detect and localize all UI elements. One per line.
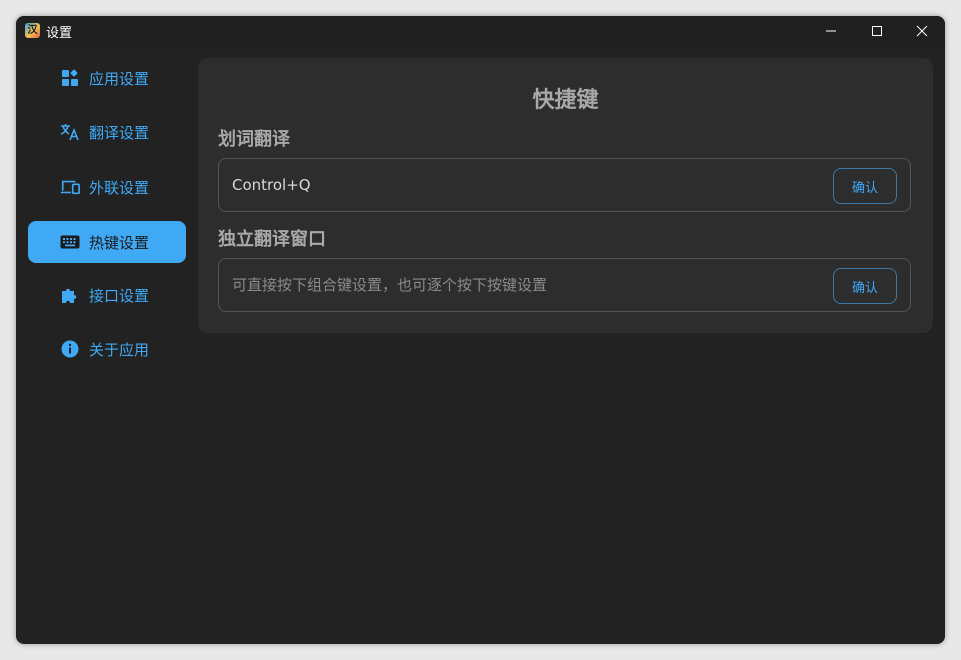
title-bar[interactable]: 汉 设置 — [16, 16, 945, 46]
sidebar-item-label: 接口设置 — [89, 286, 150, 305]
selection-translate-field: 确认 — [218, 158, 911, 212]
minimize-button[interactable] — [808, 16, 854, 46]
sidebar-item-label: 热键设置 — [89, 233, 150, 252]
info-icon — [60, 339, 80, 359]
standalone-window-field: 确认 — [218, 258, 911, 312]
app-logo-icon: 汉 — [25, 23, 40, 38]
sidebar-item-about[interactable]: 关于应用 — [28, 328, 186, 370]
keyboard-icon — [60, 232, 80, 252]
selection-translate-label: 划词翻译 — [218, 129, 290, 150]
apps-icon — [60, 68, 80, 88]
sidebar-item-label: 外联设置 — [89, 178, 150, 197]
selection-translate-hotkey-input[interactable] — [232, 159, 822, 211]
page-title: 快捷键 — [532, 88, 599, 113]
close-button[interactable] — [899, 16, 945, 46]
settings-window: 汉 设置 应用设置 翻译设置 外联设置 热键设置 接口设置 关于应用 快捷键 划… — [16, 16, 945, 644]
sidebar-item-translate-settings[interactable]: 翻译设置 — [28, 111, 186, 153]
sidebar-item-app-settings[interactable]: 应用设置 — [28, 57, 186, 99]
maximize-icon — [872, 26, 882, 36]
close-icon — [916, 25, 928, 37]
sidebar-item-external-settings[interactable]: 外联设置 — [28, 166, 186, 208]
sidebar-item-label: 翻译设置 — [89, 123, 150, 142]
maximize-button[interactable] — [854, 16, 900, 46]
minimize-icon — [826, 30, 836, 32]
window-title: 设置 — [46, 26, 73, 41]
selection-translate-confirm-button[interactable]: 确认 — [833, 168, 897, 204]
sidebar-item-label: 应用设置 — [89, 69, 150, 88]
standalone-window-label: 独立翻译窗口 — [218, 229, 326, 250]
translate-icon — [60, 122, 80, 142]
sidebar-item-hotkey-settings[interactable]: 热键设置 — [28, 221, 186, 263]
sidebar-item-api-settings[interactable]: 接口设置 — [28, 274, 186, 316]
standalone-window-confirm-button[interactable]: 确认 — [833, 268, 897, 304]
devices-icon — [60, 177, 80, 197]
puzzle-icon — [60, 285, 80, 305]
standalone-window-hotkey-input[interactable] — [232, 259, 822, 311]
hotkey-panel: 快捷键 划词翻译 确认 独立翻译窗口 确认 — [198, 58, 933, 333]
sidebar-item-label: 关于应用 — [89, 340, 150, 359]
